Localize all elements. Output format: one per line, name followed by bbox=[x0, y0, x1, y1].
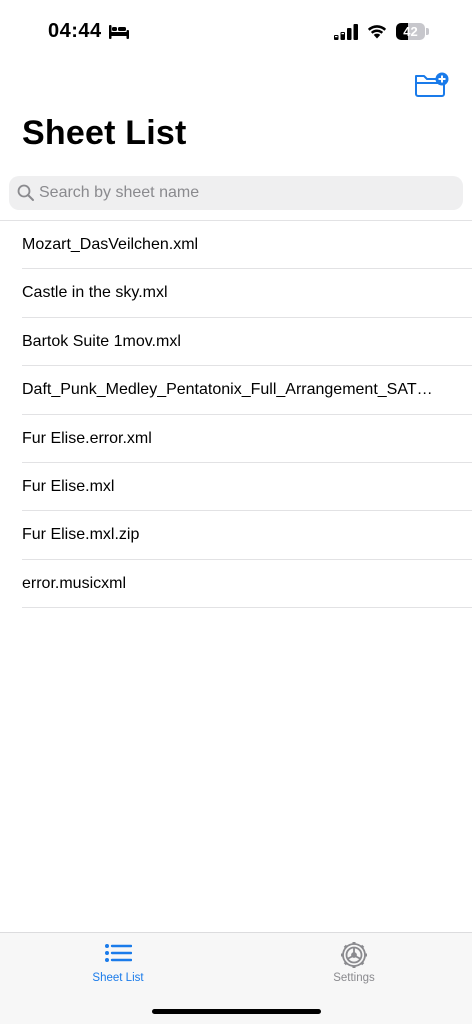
sheet-name: Mozart_DasVeilchen.xml bbox=[22, 236, 199, 253]
cellular-signal-icon bbox=[334, 24, 358, 40]
sheet-name: Fur Elise.error.xml bbox=[22, 429, 152, 447]
sheet-name: Bartok Suite 1mov.mxl bbox=[22, 332, 181, 350]
tab-sheet-list[interactable]: Sheet List bbox=[0, 933, 236, 993]
battery-percentage: 42 bbox=[403, 24, 418, 39]
sheet-name: Fur Elise.mxl.zip bbox=[22, 526, 140, 544]
sheet-list-item[interactable]: Mozart_DasVeilchen.xml bbox=[0, 221, 472, 270]
sheet-list-item[interactable]: error.musicxml bbox=[0, 560, 472, 609]
sheet-list-item[interactable]: Fur Elise.error.xml bbox=[0, 415, 472, 463]
search-bar[interactable] bbox=[9, 176, 463, 210]
sheet-list: Mozart_DasVeilchen.xml Castle in the sky… bbox=[0, 220, 472, 609]
sheet-name: Castle in the sky.mxl bbox=[22, 284, 168, 302]
battery-icon: 42 bbox=[396, 23, 429, 40]
gear-icon bbox=[341, 942, 367, 968]
bed-icon bbox=[109, 25, 129, 39]
sheet-name: Fur Elise.mxl bbox=[22, 477, 115, 495]
wifi-icon bbox=[367, 25, 387, 39]
sheet-list-item[interactable]: Daft_Punk_Medley_Pentatonix_Full_Arrange… bbox=[0, 366, 472, 415]
folder-add-icon bbox=[415, 72, 449, 97]
search-input[interactable] bbox=[39, 176, 449, 210]
tab-label: Settings bbox=[333, 972, 375, 984]
page-title: Sheet List bbox=[22, 114, 187, 152]
magnifying-glass-icon bbox=[17, 184, 34, 201]
sheet-name: error.musicxml bbox=[22, 574, 127, 592]
status-time: 04:44 bbox=[48, 20, 102, 42]
tab-label: Sheet List bbox=[92, 972, 144, 984]
add-folder-button[interactable] bbox=[412, 70, 452, 100]
sheet-name: Daft_Punk_Medley_Pentatonix_Full_Arrange… bbox=[22, 381, 442, 399]
tab-settings[interactable]: Settings bbox=[236, 933, 472, 993]
status-bar: 04:44 42 bbox=[0, 0, 472, 64]
list-bullet-icon bbox=[105, 944, 132, 962]
sheet-list-item[interactable]: Bartok Suite 1mov.mxl bbox=[0, 318, 472, 367]
home-indicator bbox=[152, 1009, 321, 1014]
sheet-list-item[interactable]: Castle in the sky.mxl bbox=[0, 269, 472, 318]
sheet-list-item[interactable]: Fur Elise.mxl.zip bbox=[0, 511, 472, 560]
sheet-list-item[interactable]: Fur Elise.mxl bbox=[0, 463, 472, 512]
